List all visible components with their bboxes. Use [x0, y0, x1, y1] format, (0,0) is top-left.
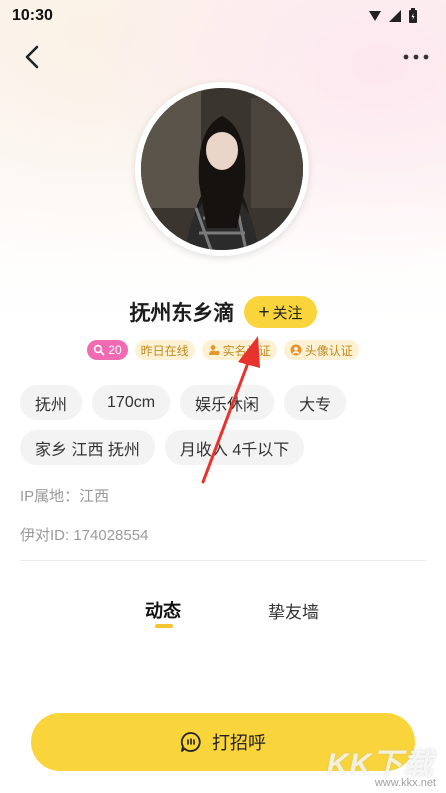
realname-badge: 实名认证 — [201, 340, 277, 360]
user-verified-icon — [208, 345, 220, 356]
avatar-verified-icon — [290, 344, 302, 356]
tag-city: 抚州 — [20, 385, 83, 420]
name-row: 抚州东乡滴 + 关注 — [0, 296, 446, 328]
profile-name: 抚州东乡滴 — [129, 302, 235, 325]
tag-hometown: 家乡 江西 抚州 — [20, 430, 155, 465]
tag-row: 抚州 170cm 娱乐休闲 大专 — [20, 385, 430, 420]
realname-text: 实名认证 — [222, 343, 271, 358]
badge-row: 20 昨日在线 实名认证 头像认证 — [0, 340, 446, 360]
follow-button[interactable]: + 关注 — [244, 296, 317, 328]
avatar-photo — [141, 88, 303, 250]
divider — [20, 560, 426, 561]
charm-badge: 20 — [87, 340, 128, 360]
tag-row: 家乡 江西 抚州 月收入 4千以下 — [20, 430, 430, 465]
avatar[interactable] — [141, 88, 303, 250]
tag-height: 170cm — [92, 385, 171, 420]
avatar-frame — [135, 82, 309, 256]
profile-tags: 抚州 170cm 娱乐休闲 大专 家乡 江西 抚州 月收入 4千以下 — [20, 385, 430, 475]
status-time: 10:30 — [12, 7, 53, 24]
top-bar — [0, 40, 446, 76]
user-id: 伊对ID: 174028554 — [20, 527, 149, 544]
tab-friend-wall[interactable]: 挚友墙 — [268, 598, 319, 623]
tab-moments[interactable]: 动态 — [145, 597, 181, 623]
active-tab-indicator — [155, 624, 173, 628]
tag-interest: 娱乐休闲 — [180, 385, 275, 420]
more-options-icon[interactable] — [402, 50, 430, 64]
status-bar: 10:30 — [0, 0, 446, 32]
avatar-verified-text: 头像认证 — [304, 343, 353, 358]
ip-location: IP属地：江西 — [20, 488, 110, 505]
greet-button[interactable]: 打招呼 — [31, 713, 415, 771]
charm-value: 20 — [108, 343, 122, 357]
plus-icon: + — [258, 301, 270, 323]
back-arrow-icon[interactable] — [18, 42, 48, 72]
greet-label: 打招呼 — [212, 733, 266, 753]
online-badge: 昨日在线 — [134, 340, 195, 360]
search-icon — [94, 344, 105, 356]
tag-income: 月收入 4千以下 — [164, 430, 305, 465]
watermark-url: www.kkx.net — [374, 777, 436, 789]
tag-education: 大专 — [284, 385, 347, 420]
avatar-verified-badge: 头像认证 — [283, 340, 359, 360]
follow-label: 关注 — [272, 304, 303, 322]
online-text: 昨日在线 — [140, 343, 189, 358]
status-icons — [368, 8, 418, 24]
battery-icon — [409, 8, 417, 23]
cellular-icon — [389, 10, 401, 22]
chat-bubble-icon — [180, 732, 201, 752]
signal-icon — [369, 11, 381, 21]
